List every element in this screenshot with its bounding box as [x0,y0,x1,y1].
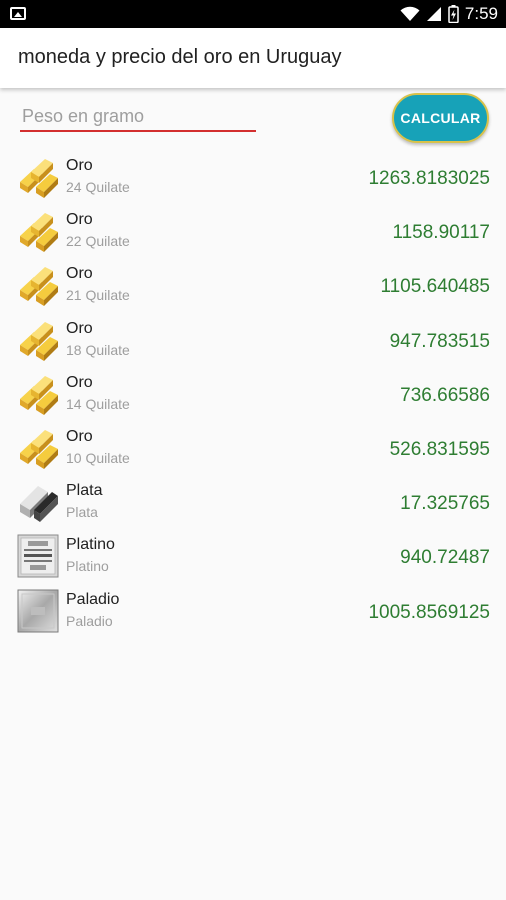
metal-subtitle: 22 Quilate [66,233,130,250]
app-bar: moneda y precio del oro en Uruguay [0,28,506,88]
metal-price: 1158.90117 [392,222,490,244]
gold-bars-icon [16,318,60,362]
metal-subtitle: 21 Quilate [66,287,130,304]
metal-row: Oro 24 Quilate 1263.8183025 [0,150,506,204]
weight-input[interactable] [20,102,256,132]
palladium-bar-icon [16,589,60,633]
gold-bars-icon [16,263,60,307]
metal-subtitle: Platino [66,558,109,575]
metal-price: 1263.8183025 [368,168,490,189]
gold-bars-icon [16,372,60,416]
metal-price: 1005.8569125 [368,601,490,623]
metal-subtitle: Paladio [66,612,113,629]
metal-row: Oro 10 Quilate 526.831595 [0,421,506,475]
metal-price: 1105.640485 [380,276,490,298]
metal-price: 17.325765 [400,493,490,515]
metal-price: 736.66586 [400,384,490,406]
calculate-button[interactable]: CALCULAR [392,93,489,143]
gold-bars-icon [16,426,60,470]
image-notification-icon [10,7,26,20]
metal-name: Oro [66,211,93,229]
metal-name: Oro [66,265,93,283]
metal-price: 526.831595 [389,438,490,460]
metal-subtitle: 14 Quilate [66,395,130,412]
metal-subtitle: 24 Quilate [66,179,130,195]
metal-row: Platino Platino 940.72487 [0,529,506,583]
cellular-signal-icon [426,7,441,21]
metal-row: Plata Plata 17.325765 [0,475,506,529]
metal-row: Oro 22 Quilate 1158.90117 [0,204,506,258]
metal-row: Oro 14 Quilate 736.66586 [0,367,506,421]
metal-subtitle: Plata [66,504,98,521]
metal-name: Platino [66,536,115,554]
metal-name: Oro [66,157,93,174]
metal-name: Plata [66,482,103,500]
gold-bars-icon [16,209,60,253]
status-time: 7:59 [464,4,498,23]
metal-price: 940.72487 [400,547,490,569]
metal-subtitle: 10 Quilate [66,449,130,466]
metal-price: 947.783515 [389,330,490,352]
wifi-icon [400,6,420,21]
platinum-bar-icon [16,534,60,578]
metal-name: Paladio [66,590,120,608]
status-icons: 7:59 [400,3,498,25]
metal-name: Oro [66,373,93,391]
silver-bar-icon [16,480,60,524]
gold-bars-icon [16,155,60,199]
metal-name: Oro [66,427,93,445]
metal-row: Oro 18 Quilate 947.783515 [0,313,506,367]
metal-row: Oro 21 Quilate 1105.640485 [0,258,506,312]
battery-charging-icon [448,5,459,23]
metal-row: Paladio Paladio 1005.8569125 [0,584,506,638]
metal-list: Oro 24 Quilate 1263.8183025 Oro 22 Quilate 1… [0,150,506,638]
metal-subtitle: 18 Quilate [66,341,130,358]
metal-name: Oro [66,319,93,337]
status-bar: 7:59 [0,0,506,28]
app-title: moneda y precio del oro en Uruguay [18,46,342,68]
